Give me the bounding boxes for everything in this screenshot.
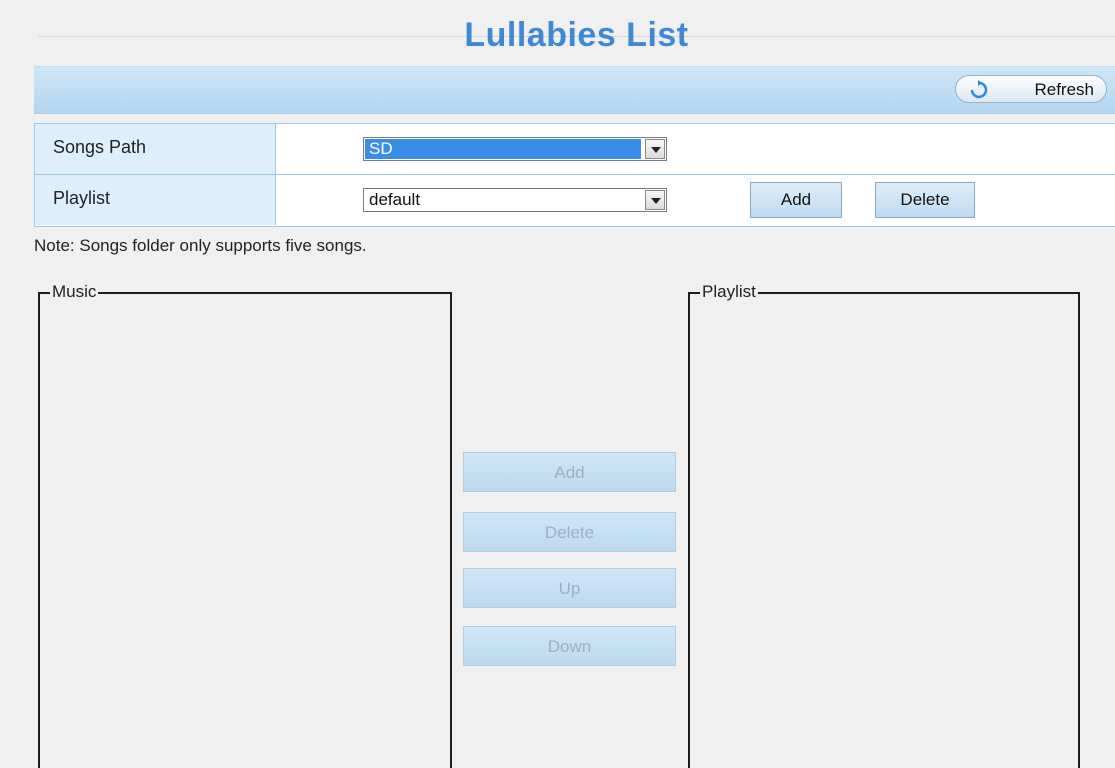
- playlist-row: Playlist default Add Delete: [35, 175, 1115, 225]
- playlist-panel[interactable]: Playlist: [688, 282, 1080, 768]
- dropdown-arrow-icon[interactable]: [645, 139, 665, 159]
- transfer-delete-button[interactable]: Delete: [463, 512, 676, 552]
- refresh-icon: [970, 80, 988, 99]
- playlist-value: default: [369, 190, 421, 209]
- songs-path-label: Songs Path: [53, 137, 147, 157]
- songs-path-row: Songs Path SD: [35, 124, 1115, 175]
- songs-path-label-cell: Songs Path: [35, 124, 276, 174]
- music-legend: Music: [50, 282, 99, 302]
- refresh-label: Refresh: [1034, 80, 1094, 99]
- transfer-add-button[interactable]: Add: [463, 452, 676, 492]
- playlist-add-button[interactable]: Add: [750, 182, 842, 218]
- refresh-button[interactable]: Refresh: [955, 75, 1107, 103]
- settings-table: Songs Path SD Playlist default Add Delet…: [34, 123, 1115, 227]
- dropdown-arrow-icon[interactable]: [645, 190, 665, 210]
- playlist-delete-button[interactable]: Delete: [875, 182, 975, 218]
- songs-note: Note: Songs folder only supports five so…: [34, 236, 367, 255]
- transfer-down-button[interactable]: Down: [463, 626, 676, 666]
- playlist-label-cell: Playlist: [35, 175, 276, 225]
- songs-path-select[interactable]: SD: [363, 137, 667, 161]
- transfer-up-button[interactable]: Up: [463, 568, 676, 608]
- toolbar: Refresh: [34, 66, 1115, 114]
- music-panel[interactable]: Music: [38, 282, 452, 768]
- songs-path-value: SD: [365, 139, 641, 159]
- playlist-select[interactable]: default: [363, 188, 667, 212]
- playlist-label: Playlist: [53, 188, 111, 208]
- page-title: Lullabies List: [464, 16, 689, 54]
- title-row: Lullabies List: [38, 0, 1115, 62]
- playlist-legend: Playlist: [700, 282, 758, 302]
